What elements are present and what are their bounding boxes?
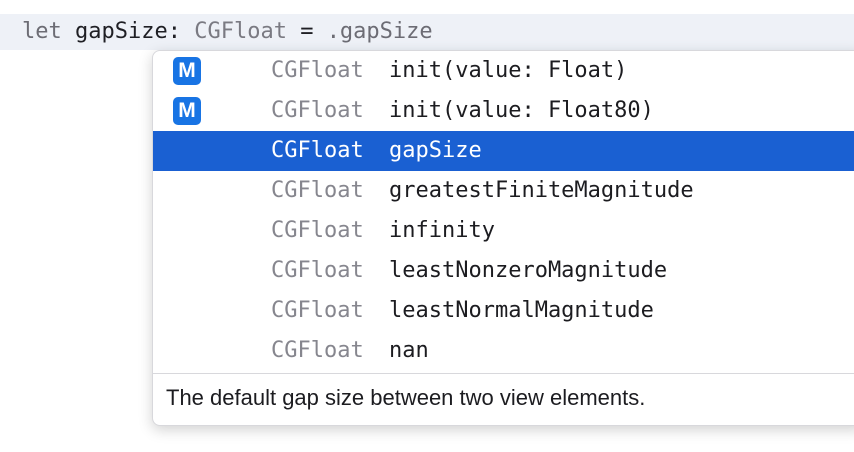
completion-item-selected[interactable]: CGFloat gapSize: [153, 131, 854, 171]
identifier-gapsize: gapSize: [75, 19, 168, 44]
equals-token: =: [300, 19, 314, 44]
type-cgfloat: CGFloat: [194, 19, 287, 44]
completion-item-name: greatestFiniteMagnitude: [389, 178, 694, 203]
completion-item[interactable]: CGFloat leastNonzeroMagnitude: [153, 251, 854, 291]
completion-item-type: CGFloat: [271, 338, 364, 363]
code-text: let gapSize: CGFloat = .gapSize: [22, 14, 433, 50]
completion-item[interactable]: CGFloat infinity: [153, 211, 854, 251]
completion-item-name: gapSize: [389, 138, 482, 163]
method-icon: M: [173, 97, 201, 125]
completion-item[interactable]: CGFloat leastNormalMagnitude: [153, 291, 854, 331]
completion-item-name: nan: [389, 338, 429, 363]
completion-item-name: init(value: Float): [389, 58, 628, 83]
completion-item[interactable]: CGFloat greatestFiniteMagnitude: [153, 171, 854, 211]
completion-item-type: CGFloat: [271, 178, 364, 203]
completion-item-name: init(value: Float80): [389, 98, 654, 123]
completion-item-type: CGFloat: [271, 138, 364, 163]
completion-item-type: CGFloat: [271, 298, 364, 323]
code-line-current[interactable]: let gapSize: CGFloat = .gapSize: [0, 14, 854, 50]
completion-popup: M CGFloat init(value: Float) M CGFloat i…: [152, 50, 854, 426]
completion-item[interactable]: CGFloat nan: [153, 331, 854, 371]
completion-item[interactable]: M CGFloat init(value: Float80): [153, 91, 854, 131]
completion-item-type: CGFloat: [271, 218, 364, 243]
member-expression: .gapSize: [326, 19, 433, 44]
completion-item-name: infinity: [389, 218, 495, 243]
completion-item-name: leastNormalMagnitude: [389, 298, 654, 323]
completion-item-type: CGFloat: [271, 58, 364, 83]
completion-item-type: CGFloat: [271, 98, 364, 123]
documentation-text: The default gap size between two view el…: [166, 385, 646, 410]
completion-item-type: CGFloat: [271, 258, 364, 283]
completion-item-name: leastNonzeroMagnitude: [389, 258, 668, 283]
completion-list: M CGFloat init(value: Float) M CGFloat i…: [153, 51, 854, 371]
completion-item[interactable]: M CGFloat init(value: Float): [153, 51, 854, 91]
colon-token: :: [167, 19, 181, 44]
method-icon: M: [173, 57, 201, 85]
keyword-let: let: [22, 19, 62, 44]
